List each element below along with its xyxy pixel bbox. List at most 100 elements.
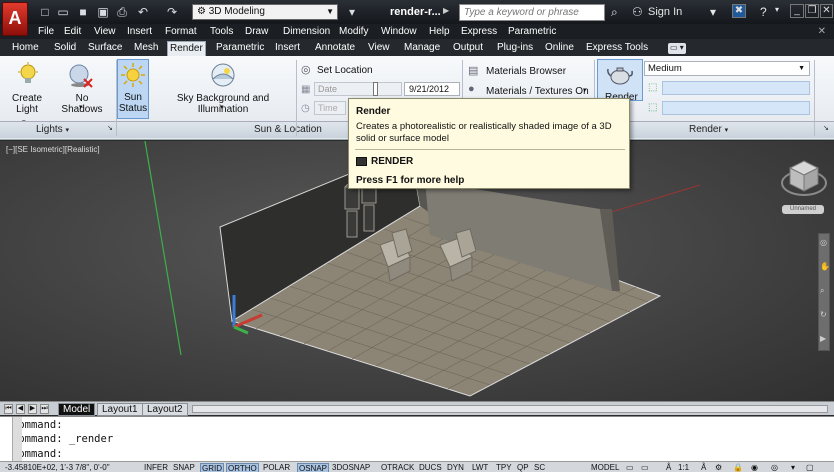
materials-browser-button[interactable]: Materials Browser <box>486 66 566 77</box>
isolate-objects-icon[interactable]: ◎ <box>770 463 779 472</box>
toggle-tpy[interactable]: TPY <box>495 463 513 472</box>
materials-textures-button[interactable]: Materials / Textures On <box>486 86 589 97</box>
tab-layout1[interactable]: Layout1 <box>97 403 143 416</box>
redo-icon[interactable]: ↷ <box>165 5 179 19</box>
date-slider-thumb[interactable] <box>373 82 378 96</box>
lights-dialog-launcher-icon[interactable]: ↘ <box>107 124 113 132</box>
undo-icon[interactable]: ↶ <box>136 5 150 19</box>
toggle-dyn[interactable]: DYN <box>446 463 465 472</box>
render-presets-icon[interactable]: ⬚ <box>648 102 657 113</box>
menu-help[interactable]: Help <box>429 26 450 37</box>
create-light-icon[interactable] <box>14 61 42 89</box>
print-icon[interactable]: ⎙ <box>115 5 129 19</box>
toggle-infer[interactable]: INFER <box>143 463 169 472</box>
tab-parametric[interactable]: Parametric <box>214 41 266 56</box>
menu-parametric[interactable]: Parametric <box>508 26 556 37</box>
open-folder-icon[interactable]: ▭ <box>56 5 70 19</box>
save-icon[interactable]: ■ <box>76 5 90 19</box>
help-icon[interactable]: ? <box>760 5 767 19</box>
tab-mesh[interactable]: Mesh <box>132 41 160 56</box>
menu-file[interactable]: File <box>38 26 54 37</box>
clean-screen-icon[interactable]: ▢ <box>805 463 815 472</box>
ribbon-minimize-icon[interactable]: ▭ ▾ <box>668 43 686 54</box>
first-layout-icon[interactable]: ⏮ <box>4 404 13 414</box>
binoculars-icon[interactable]: ⌕ <box>611 5 618 20</box>
sign-in-dropdown-icon[interactable]: ▾ <box>710 5 716 19</box>
menu-edit[interactable]: Edit <box>64 26 81 37</box>
ucs-menu[interactable]: Unnamed <box>782 205 824 214</box>
no-shadows-icon[interactable] <box>66 61 94 89</box>
menu-express[interactable]: Express <box>461 26 497 37</box>
tab-solid[interactable]: Solid <box>52 41 78 56</box>
next-layout-icon[interactable]: ▶ <box>28 404 37 414</box>
tab-view[interactable]: View <box>366 41 392 56</box>
tab-express-tools[interactable]: Express Tools <box>584 41 650 56</box>
toggle-ducs[interactable]: DUCS <box>418 463 443 472</box>
tab-surface[interactable]: Surface <box>86 41 124 56</box>
date-field[interactable]: 9/21/2012 <box>404 82 460 96</box>
toggle-grid[interactable]: GRID <box>200 463 224 472</box>
menu-format[interactable]: Format <box>165 26 197 37</box>
help-dropdown-icon[interactable]: ▾ <box>775 5 779 14</box>
restore-icon[interactable]: ❐ <box>805 4 819 18</box>
sign-in-link[interactable]: Sign In <box>648 6 682 18</box>
new-file-icon[interactable]: □ <box>38 5 52 19</box>
menu-tools[interactable]: Tools <box>210 26 233 37</box>
create-light-label[interactable]: Create Light <box>8 93 46 115</box>
viewport-controls-label[interactable]: [−][SE Isometric][Realistic] <box>6 145 100 154</box>
coordinates-display[interactable]: -3.45810E+02, 1'-3 7/8", 0'-0" <box>4 463 111 472</box>
tab-online[interactable]: Online <box>543 41 576 56</box>
materials-textures-dropdown-icon[interactable]: ▾ <box>583 85 587 96</box>
toggle-3dosnap[interactable]: 3DOSNAP <box>331 463 371 472</box>
annotation-visibility-icon[interactable]: Å <box>700 463 707 472</box>
tab-home[interactable]: Home <box>10 41 41 56</box>
zoom-icon[interactable]: ⌕ <box>820 286 824 296</box>
no-shadows-dropdown-icon[interactable]: ▾ <box>79 102 83 113</box>
hardware-acceleration-icon[interactable]: ◉ <box>750 463 759 472</box>
panel-title-sun-location[interactable]: Sun & Location <box>254 124 322 135</box>
command-line-window[interactable]: Command: Command: _render Command: <box>0 416 834 462</box>
exchange-icon[interactable]: ✖ <box>732 4 746 18</box>
toggle-osnap[interactable]: OSNAP <box>297 463 330 472</box>
sky-background-dropdown-icon[interactable]: ▾ <box>220 102 224 113</box>
toggle-lwt[interactable]: LWT <box>471 463 489 472</box>
toggle-sc[interactable]: SC <box>533 463 546 472</box>
render-dialog-launcher-icon[interactable]: ↘ <box>823 124 829 132</box>
menu-draw[interactable]: Draw <box>245 26 268 37</box>
prev-layout-icon[interactable]: ◀ <box>16 404 25 414</box>
user-icon[interactable]: ⚇ <box>632 5 643 19</box>
tab-manage[interactable]: Manage <box>402 41 442 56</box>
annotation-scale[interactable]: 1:1 <box>677 463 690 472</box>
viewcube[interactable] <box>780 153 828 211</box>
close-icon[interactable]: ✕ <box>820 4 833 18</box>
tab-render[interactable]: Render <box>167 41 206 56</box>
horizontal-scrollbar[interactable] <box>192 405 828 413</box>
workspace-dropdown[interactable]: ⚙ 3D Modeling ▼ <box>192 4 338 20</box>
save-as-icon[interactable]: ▣ <box>96 5 110 19</box>
time-slider[interactable]: Time <box>314 101 346 115</box>
toggle-snap[interactable]: SNAP <box>172 463 196 472</box>
set-location-button[interactable]: Set Location <box>317 65 373 76</box>
toggle-ortho[interactable]: ORTHO <box>226 463 259 472</box>
application-menu-button[interactable]: A <box>2 2 28 36</box>
date-slider[interactable]: Date <box>314 82 402 96</box>
tab-plugins[interactable]: Plug-ins <box>495 41 535 56</box>
annotation-scale-icon[interactable]: Å <box>665 463 672 472</box>
tab-layout2[interactable]: Layout2 <box>142 403 188 416</box>
toggle-otrack[interactable]: OTRACK <box>380 463 415 472</box>
tab-annotate[interactable]: Annotate <box>313 41 357 56</box>
menu-view[interactable]: View <box>94 26 116 37</box>
sky-background-icon[interactable] <box>209 61 237 89</box>
toggle-polar[interactable]: POLAR <box>262 463 291 472</box>
search-input[interactable]: Type a keyword or phrase <box>459 4 605 21</box>
render-quality-dropdown[interactable]: Medium ▼ <box>644 61 810 76</box>
tab-output[interactable]: Output <box>451 41 485 56</box>
toggle-qp[interactable]: QP <box>516 463 530 472</box>
orbit-icon[interactable]: ↻ <box>820 310 827 319</box>
minimize-icon[interactable]: _ <box>790 4 804 18</box>
tab-model[interactable]: Model <box>58 403 96 416</box>
panel-title-lights[interactable]: Lights ▾ <box>36 124 69 135</box>
command-scrollbar[interactable] <box>12 417 22 462</box>
pan-icon[interactable]: ✋ <box>820 262 830 271</box>
menu-window[interactable]: Window <box>381 26 417 37</box>
